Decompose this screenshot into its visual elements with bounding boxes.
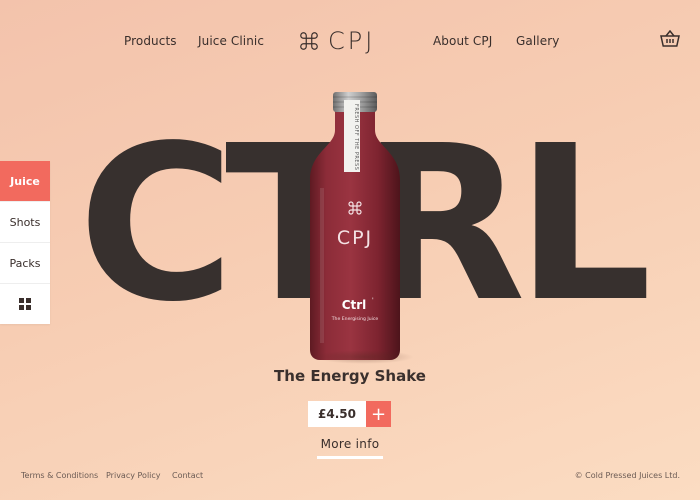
bottle-brand: CPJ bbox=[337, 227, 373, 249]
nav-link-juice-clinic[interactable]: Juice Clinic bbox=[198, 34, 264, 48]
footer-link-contact[interactable]: Contact bbox=[172, 471, 203, 480]
product-bottle: FRESH OFF THE PRESS CPJ Ctrl ' The Energ… bbox=[300, 88, 414, 368]
side-item-juice[interactable]: Juice bbox=[0, 161, 50, 202]
product-title: The Energy Shake bbox=[274, 367, 426, 385]
site-logo[interactable]: CPJ bbox=[298, 27, 375, 55]
nav-link-products[interactable]: Products bbox=[124, 34, 177, 48]
command-icon bbox=[300, 32, 318, 50]
bottle-product-name: Ctrl bbox=[342, 298, 367, 312]
price-row: £4.50 + bbox=[308, 401, 391, 427]
add-to-basket-button[interactable]: + bbox=[366, 401, 391, 427]
more-info-underline bbox=[317, 456, 383, 459]
more-info-link[interactable]: More info bbox=[316, 437, 384, 451]
logo-text: CPJ bbox=[328, 27, 376, 55]
grid-icon bbox=[19, 298, 31, 310]
side-menu: Juice Shots Packs bbox=[0, 161, 50, 324]
copyright-text: © Cold Pressed Juices Ltd. bbox=[574, 471, 680, 480]
bottle-tagline: The Energising Juice bbox=[331, 316, 379, 322]
side-item-packs[interactable]: Packs bbox=[0, 243, 50, 284]
nav-link-about[interactable]: About CPJ bbox=[433, 34, 492, 48]
bottle-shadow bbox=[314, 350, 414, 364]
basket-icon[interactable] bbox=[660, 30, 680, 48]
nav-link-gallery[interactable]: Gallery bbox=[516, 34, 559, 48]
bottle-illustration: FRESH OFF THE PRESS CPJ Ctrl ' The Energ… bbox=[310, 92, 400, 360]
footer-link-privacy[interactable]: Privacy Policy bbox=[106, 471, 161, 480]
top-navigation: Products Juice Clinic CPJ About CPJ Gall… bbox=[0, 0, 700, 80]
side-item-grid[interactable] bbox=[0, 284, 50, 324]
footer-link-terms[interactable]: Terms & Conditions bbox=[21, 471, 98, 480]
price-label: £4.50 bbox=[308, 401, 366, 427]
side-item-shots[interactable]: Shots bbox=[0, 202, 50, 243]
bottle-cap-band: FRESH OFF THE PRESS bbox=[353, 104, 359, 170]
